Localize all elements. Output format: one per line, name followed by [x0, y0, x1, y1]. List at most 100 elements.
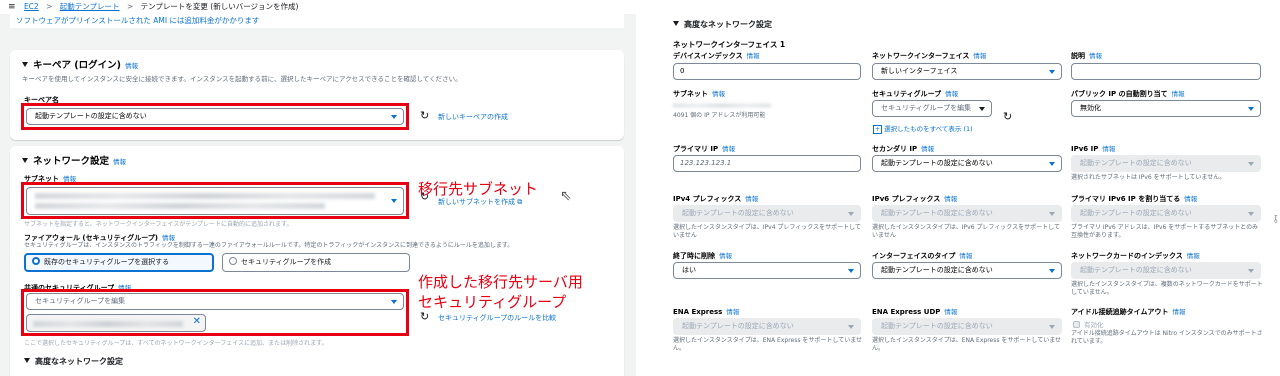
ipv4-prefix-select[interactable]: 起動テンプレートの設定に含めない	[673, 205, 861, 222]
info-link[interactable]: 情報	[944, 195, 957, 203]
ena-udp-note: 選択したインスタンスタイプは、ENA Express をサポートしていません。	[872, 337, 1062, 352]
radio-existing-sg[interactable]: 既存のセキュリティグループを選択する	[24, 253, 214, 272]
ipv6-prefix-select[interactable]: 起動テンプレートの設定に含めない	[872, 205, 1062, 222]
info-link[interactable]: 情報	[944, 308, 957, 316]
ena-value: 起動テンプレートの設定に含めない	[682, 322, 794, 330]
breadcrumb-launch-templates[interactable]: 起動テンプレート	[60, 2, 120, 11]
subnet-ip-note: 4091 個の IP アドレスが利用可能	[673, 112, 766, 119]
new-keypair-link[interactable]: 新しいキーペアの作成	[438, 112, 508, 122]
delete-select[interactable]: はい	[673, 262, 861, 279]
chevron-down-icon	[1049, 212, 1055, 216]
ipv6-value: 起動テンプレートの設定に含めない	[1080, 159, 1192, 167]
breadcrumb-ec2[interactable]: EC2	[24, 2, 39, 11]
ni-select[interactable]: 新しいインターフェイス	[872, 63, 1062, 80]
info-link[interactable]: 情報	[945, 90, 958, 98]
keypair-info-link[interactable]: 情報	[125, 62, 138, 70]
ipv6-label: IPv6 IP 情報	[1071, 145, 1116, 153]
left-panel: ≡ EC2 > 起動テンプレート > テンプレートを変更 (新しいバージョンを作…	[0, 0, 636, 376]
breadcrumb-current: テンプレートを変更 (新しいバージョンを作成)	[140, 2, 299, 11]
info-link[interactable]: 情報	[1173, 308, 1186, 316]
desc-input[interactable]	[1071, 63, 1261, 80]
desc-label: 説明 情報	[1071, 52, 1102, 60]
right-panel: 高度なネットワーク設定 ネットワークインターフェイス 1 デバイスインデックス情…	[655, 0, 1280, 376]
info-link[interactable]: 情報	[1184, 195, 1197, 203]
sg-select[interactable]: セキュリティグループを編集	[872, 100, 992, 117]
mouse-cursor-icon: ⇖	[560, 188, 572, 204]
public-ip-label: パブリック IP の自動割り当て 情報	[1071, 90, 1185, 98]
radio-create-label: セキュリティグループを作成	[241, 258, 332, 266]
if-type-value: 起動テンプレートの設定に含めない	[881, 266, 993, 274]
collapse-icon	[22, 158, 28, 163]
menu-icon[interactable]: ≡	[8, 2, 16, 12]
info-link[interactable]: 情報	[719, 252, 732, 260]
keypair-heading[interactable]: キーペア (ログイン) 情報	[22, 57, 138, 71]
if-type-select[interactable]: 起動テンプレートの設定に含めない	[872, 262, 1062, 279]
chevron-down-icon	[1248, 162, 1254, 166]
radio-selected-icon	[32, 257, 40, 265]
chevron-down-icon	[1049, 162, 1055, 166]
chevron-down-icon	[1248, 107, 1254, 111]
info-link[interactable]: 情報	[747, 52, 760, 60]
keypair-desc: キーペアを使用してインスタンスに安全に接続できます。インスタンスを起動する前に、…	[22, 75, 462, 83]
public-ip-select[interactable]: 無効化	[1071, 100, 1261, 117]
info-link[interactable]: 情報	[726, 308, 739, 316]
idle-checkbox[interactable]: 有効化	[1073, 319, 1104, 329]
refresh-icon[interactable]: ↻	[420, 109, 429, 122]
info-link[interactable]: 情報	[1187, 252, 1200, 260]
breadcrumb-sep: >	[46, 2, 53, 11]
refresh-icon[interactable]: ↻	[1003, 110, 1012, 123]
ipv6-prefix-value: 起動テンプレートの設定に含めない	[881, 209, 993, 217]
radio-unselected-icon	[229, 257, 237, 265]
idle-checkbox-label: 有効化	[1084, 321, 1104, 329]
radio-create-sg[interactable]: セキュリティグループを作成	[222, 253, 410, 272]
secondary-ip-select[interactable]: 起動テンプレートの設定に含めない	[872, 155, 1062, 172]
ipv4-prefix-label: IPv4 プレフィックス 情報	[673, 195, 759, 203]
ipv6-select[interactable]: 起動テンプレートの設定に含めない	[1071, 155, 1261, 172]
keypair-title: キーペア (ログイン)	[33, 60, 121, 71]
info-link[interactable]: 情報	[722, 145, 735, 153]
chevron-down-icon	[979, 107, 985, 111]
info-link[interactable]: 情報	[1102, 145, 1115, 153]
annotation-box	[21, 103, 409, 130]
info-link[interactable]: 情報	[1172, 90, 1185, 98]
card-index-value: 起動テンプレートの設定に含めない	[1080, 266, 1192, 274]
ena-udp-select[interactable]: 起動テンプレートの設定に含めない	[872, 318, 1062, 335]
keypair-card: キーペア (ログイン) 情報 キーペアを使用してインスタンスに安全に接続できます。…	[10, 50, 624, 140]
chevron-down-icon	[848, 212, 854, 216]
checkbox-icon	[1073, 321, 1080, 328]
info-link[interactable]: 情報	[959, 252, 972, 260]
delete-label: 終了時に削除 情報	[673, 252, 732, 260]
resize-cursor-icon: ⫱	[1274, 214, 1278, 225]
ipv6-note: 選択されたサブネットは IPv6 をサポートしていません。	[1071, 174, 1226, 181]
primary-ip-input[interactable]: 123.123.123.1	[673, 155, 861, 172]
ena-select[interactable]: 起動テンプレートの設定に含めない	[673, 318, 861, 335]
idle-label: アイドル接続追跡タイムアウト 情報	[1071, 308, 1186, 316]
if-type-label: インターフェイスのタイプ 情報	[872, 252, 973, 260]
info-link[interactable]: 情報	[712, 90, 725, 98]
card-index-select[interactable]: 起動テンプレートの設定に含めない	[1071, 262, 1261, 279]
advanced-network-heading[interactable]: 高度なネットワーク設定	[24, 356, 123, 367]
collapse-icon	[24, 358, 30, 363]
primary-ip-label: プライマリ IP 情報	[673, 145, 736, 153]
adv-heading[interactable]: 高度なネットワーク設定	[673, 19, 772, 30]
primary-ipv6-select[interactable]: 起動テンプレートの設定に含めない	[1071, 205, 1261, 222]
network-heading[interactable]: ネットワーク設定 情報	[22, 153, 126, 167]
collapse-icon	[673, 21, 679, 26]
collapse-icon	[22, 62, 28, 67]
info-link[interactable]: 情報	[973, 52, 986, 60]
chevron-down-icon	[1049, 269, 1055, 273]
compare-rules-link[interactable]: セキュリティグループのルールを比較	[438, 313, 556, 323]
info-link[interactable]: 情報	[745, 195, 758, 203]
network-info-link[interactable]: 情報	[113, 158, 126, 166]
info-link[interactable]: 情報	[921, 145, 934, 153]
ena-udp-value: 起動テンプレートの設定に含めない	[881, 322, 993, 330]
info-link[interactable]: 情報	[1089, 52, 1102, 60]
public-ip-value: 無効化	[1080, 104, 1101, 112]
card-index-label: ネットワークカードのインデックス 情報	[1071, 252, 1200, 260]
ena-udp-label: ENA Express UDP 情報	[872, 308, 958, 316]
sg-show-all-link[interactable]: + 選択したものをすべて表示 (1)	[873, 123, 973, 134]
chevron-down-icon	[848, 325, 854, 329]
secondary-ip-value: 起動テンプレートの設定に含めない	[881, 159, 993, 167]
device-index-input[interactable]: 0	[673, 63, 861, 80]
chevron-down-icon	[848, 269, 854, 273]
